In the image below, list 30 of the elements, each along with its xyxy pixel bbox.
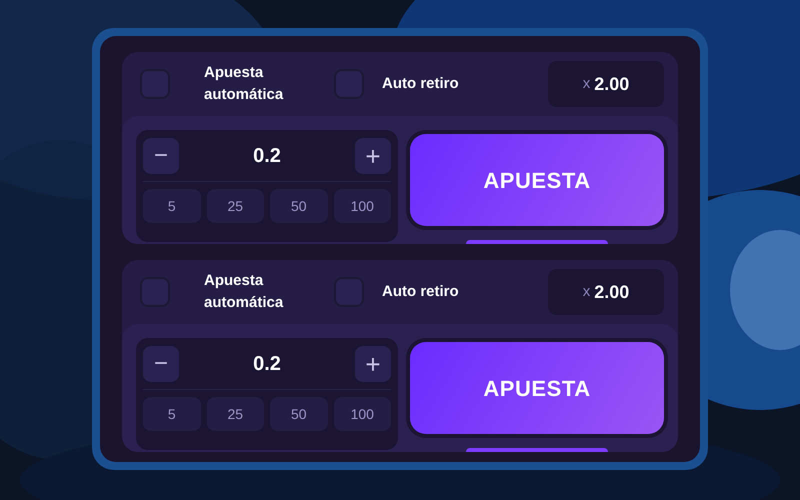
quick-amount-button[interactable]: 25	[206, 189, 264, 223]
decrease-button[interactable]: −	[143, 346, 179, 382]
quick-amount-button[interactable]: 100	[334, 397, 391, 431]
multiplier-field[interactable]: x 2.00	[548, 61, 664, 107]
checkbox[interactable]	[140, 277, 170, 307]
quick-amount-button[interactable]: 25	[206, 397, 264, 431]
quick-amount-button[interactable]: 100	[334, 189, 391, 223]
checkbox-label: Apuesta automática	[204, 63, 284, 105]
increase-button[interactable]: +	[355, 346, 391, 382]
quick-amount-button[interactable]: 50	[270, 397, 328, 431]
decrease-button[interactable]: −	[143, 138, 179, 174]
quick-amount-button[interactable]: 5	[143, 189, 200, 223]
multiplier-value: 2.00	[594, 72, 630, 96]
bet-button[interactable]: APUESTA	[410, 342, 664, 434]
multiplier-field[interactable]: x 2.00	[548, 269, 664, 315]
checkbox[interactable]	[334, 277, 364, 307]
multiplier-prefix: x	[582, 282, 590, 302]
checkbox-label: Apuesta automática	[204, 271, 284, 313]
multiplier-value: 2.00	[594, 280, 630, 304]
checkbox[interactable]	[334, 69, 364, 99]
stake-value: 0.2	[253, 144, 281, 168]
quick-amount-button[interactable]: 50	[270, 189, 328, 223]
checkbox-label: Auto retiro	[382, 74, 459, 94]
bet-button[interactable]: APUESTA	[410, 134, 664, 226]
checkbox-label: Auto retiro	[382, 282, 459, 302]
checkbox[interactable]	[140, 69, 170, 99]
quick-amount-button[interactable]: 5	[143, 397, 200, 431]
stake-value: 0.2	[253, 352, 281, 376]
multiplier-prefix: x	[582, 74, 590, 94]
increase-button[interactable]: +	[355, 138, 391, 174]
